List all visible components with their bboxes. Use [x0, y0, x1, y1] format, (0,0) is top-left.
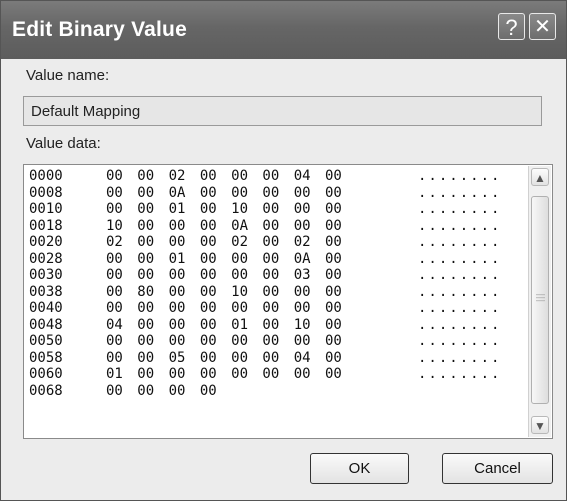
hex-row-bytes: 02 00 00 00 02 00 02 00 [106, 234, 342, 250]
hex-row-ascii: ........ [418, 333, 502, 349]
hex-row-ascii: ........ [418, 234, 502, 250]
hex-row: 0018 10 00 00 00 0A 00 00 00........ [29, 218, 524, 235]
title-bar[interactable]: Edit Binary Value ? ✕ [1, 1, 566, 59]
value-name-text: Default Mapping [31, 103, 141, 120]
hex-row-ascii: ........ [418, 283, 502, 300]
hex-row-offset: 0000 [29, 168, 63, 184]
hex-row-offset: 0060 [29, 366, 63, 382]
hex-row-bytes: 00 00 00 00 00 00 00 00 [106, 300, 342, 316]
hex-row: 0010 00 00 01 00 10 00 00 00........ [29, 201, 524, 218]
hex-row-offset: 0030 [29, 267, 63, 283]
cancel-button[interactable]: Cancel [442, 453, 553, 484]
hex-rows: 0000 00 00 02 00 00 00 04 00........ 0008 0… [29, 168, 524, 399]
hex-row-bytes: 04 00 00 00 01 00 10 00 [106, 316, 342, 333]
hex-row-ascii: ........ [418, 316, 502, 333]
hex-row-bytes: 00 80 00 00 10 00 00 00 [106, 283, 342, 300]
help-button[interactable]: ? [498, 13, 525, 40]
value-name-field: Default Mapping [23, 96, 542, 126]
dialog-title: Edit Binary Value [12, 18, 187, 41]
ok-button[interactable]: OK [310, 453, 409, 484]
hex-row-offset: 0058 [29, 349, 63, 366]
value-data-label: Value data: [26, 135, 101, 152]
hex-row-bytes: 00 00 00 00 00 00 03 00 [106, 267, 342, 283]
hex-row: 0028 00 00 01 00 00 00 0A 00........ [29, 251, 524, 268]
hex-row-ascii: ........ [418, 250, 502, 267]
hex-row-offset: 0018 [29, 217, 63, 234]
hex-row-ascii: ........ [418, 349, 502, 366]
hex-row-offset: 0010 [29, 201, 63, 217]
grip-icon: — — — [536, 289, 545, 305]
scroll-down-button[interactable]: ▼ [531, 416, 549, 434]
hex-row-bytes: 01 00 00 00 00 00 00 00 [106, 366, 342, 382]
scroll-thumb[interactable]: — — — [531, 196, 549, 404]
hex-row-offset: 0020 [29, 234, 63, 250]
hex-row-offset: 0028 [29, 250, 63, 267]
hex-row: 0040 00 00 00 00 00 00 00 00........ [29, 300, 524, 317]
hex-editor[interactable]: 0000 00 00 02 00 00 00 04 00........ 0008 0… [23, 164, 553, 439]
close-button[interactable]: ✕ [529, 13, 556, 40]
scroll-up-button[interactable]: ▲ [531, 168, 549, 186]
chevron-up-icon: ▲ [534, 171, 546, 185]
hex-row: 0000 00 00 02 00 00 00 04 00........ [29, 168, 524, 185]
chevron-down-icon: ▼ [534, 419, 546, 433]
hex-row-bytes: 00 00 01 00 10 00 00 00 [106, 201, 342, 217]
hex-row: 0020 02 00 00 00 02 00 02 00........ [29, 234, 524, 251]
hex-row-bytes: 10 00 00 00 0A 00 00 00 [106, 217, 342, 234]
hex-row-ascii: ........ [418, 184, 502, 201]
hex-row-ascii: ........ [418, 168, 502, 184]
value-name-label: Value name: [26, 67, 110, 84]
hex-row-offset: 0050 [29, 333, 63, 349]
hex-row: 0058 00 00 05 00 00 00 04 00........ [29, 350, 524, 367]
hex-row-bytes: 00 00 00 00 [106, 382, 217, 399]
hex-row-ascii: ........ [418, 366, 502, 382]
hex-row-ascii: ........ [418, 267, 502, 283]
hex-row-offset: 0038 [29, 283, 63, 300]
edit-binary-value-dialog: Edit Binary Value ? ✕ Value name: Defaul… [0, 0, 567, 501]
hex-row-offset: 0068 [29, 382, 63, 399]
hex-row-bytes: 00 00 00 00 00 00 00 00 [106, 333, 342, 349]
hex-row: 0030 00 00 00 00 00 00 03 00........ [29, 267, 524, 284]
hex-row: 0060 01 00 00 00 00 00 00 00........ [29, 366, 524, 383]
hex-row-bytes: 00 00 01 00 00 00 0A 00 [106, 250, 342, 267]
hex-row: 0008 00 00 0A 00 00 00 00 00........ [29, 185, 524, 202]
vertical-scrollbar[interactable]: ▲ — — — ▼ [528, 166, 551, 437]
hex-row-ascii: ........ [418, 217, 502, 234]
hex-row-bytes: 00 00 02 00 00 00 04 00 [106, 168, 342, 184]
hex-row-offset: 0040 [29, 300, 63, 316]
hex-row-bytes: 00 00 0A 00 00 00 00 00 [106, 184, 342, 201]
hex-row-offset: 0008 [29, 184, 63, 201]
hex-row: 0068 00 00 00 00 [29, 383, 524, 400]
hex-row: 0048 04 00 00 00 01 00 10 00........ [29, 317, 524, 334]
hex-row-bytes: 00 00 05 00 00 00 04 00 [106, 349, 342, 366]
hex-row-ascii: ........ [418, 300, 502, 316]
hex-row-ascii: ........ [418, 201, 502, 217]
hex-row-offset: 0048 [29, 316, 63, 333]
hex-row: 0050 00 00 00 00 00 00 00 00........ [29, 333, 524, 350]
hex-row: 0038 00 80 00 00 10 00 00 00........ [29, 284, 524, 301]
